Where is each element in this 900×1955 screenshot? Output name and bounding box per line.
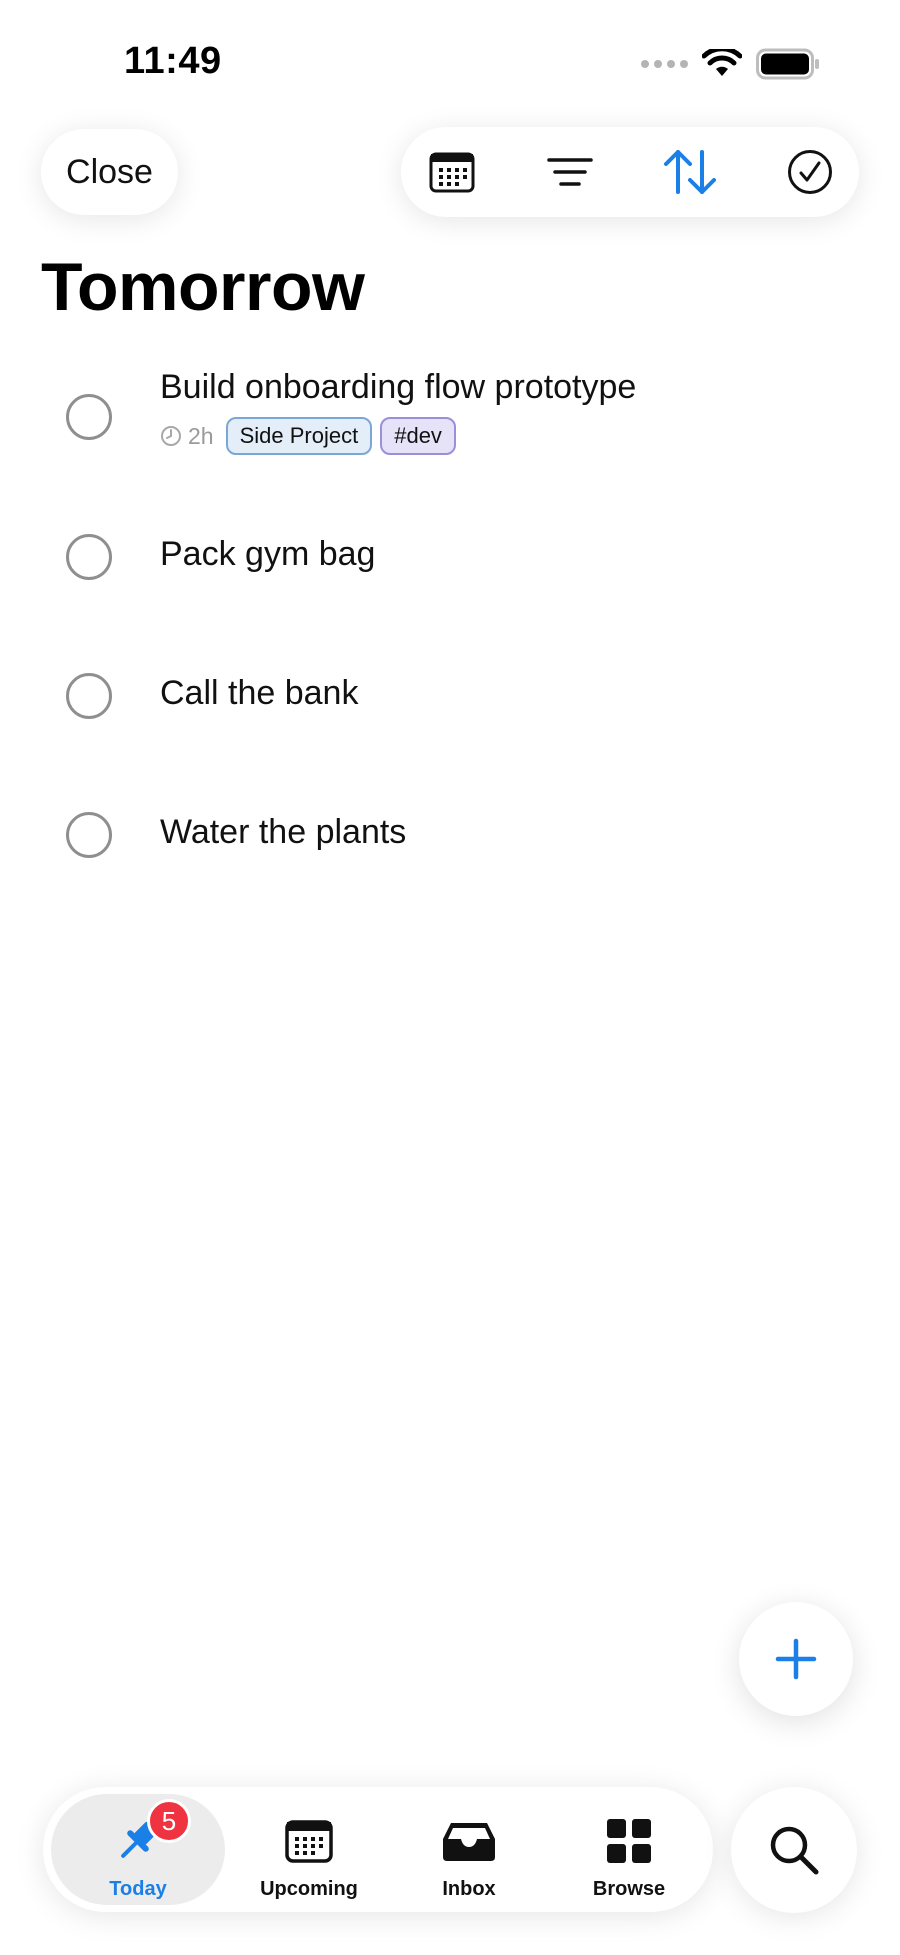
bottom-tab-bar: 5 Today Upcoming Inbox Browse [43,1787,713,1912]
tab-label: Today [109,1878,167,1900]
task-title: Water the plants [160,813,407,851]
tab-upcoming[interactable]: Upcoming [239,1787,379,1912]
tab-today[interactable]: 5 Today [51,1787,225,1912]
tab-icon [606,1810,652,1872]
tab-icon [285,1810,333,1872]
tab-label: Browse [592,1878,666,1900]
task-title: Pack gym bag [160,535,376,573]
battery-icon [756,48,819,80]
task-meta: 2h Side Project #dev [160,417,456,455]
calendar-icon [429,152,475,193]
task-checkbox[interactable] [66,394,112,440]
task-title: Build onboarding flow prototype [160,368,637,406]
sort-icon [664,150,716,194]
filter-icon [547,158,593,186]
tag-chip[interactable]: #dev [380,417,456,455]
task-checkbox[interactable] [66,812,112,858]
tab-icon: 5 [113,1799,191,1872]
completed-toggle-button[interactable] [765,127,855,217]
close-button[interactable]: Close [41,129,178,215]
filter-button[interactable] [525,127,615,217]
calendar-view-button[interactable] [407,127,497,217]
tab-label: Inbox [442,1878,496,1900]
task-checkbox[interactable] [66,673,112,719]
status-icons [641,48,820,80]
checkmark-circle-icon [788,150,832,194]
clock-icon [161,426,181,446]
page-title: Tomorrow [41,249,365,325]
search-button[interactable] [731,1787,857,1913]
wifi-icon [702,49,742,76]
add-task-button[interactable] [739,1602,853,1716]
tab-browse[interactable]: Browse [559,1787,699,1912]
plus-icon [775,1638,817,1680]
task-duration: 2h [160,423,214,450]
project-chip[interactable]: Side Project [225,417,373,455]
task-checkbox[interactable] [66,534,112,580]
tab-inbox[interactable]: Inbox [399,1787,539,1912]
calendar-icon [285,1820,333,1863]
task-title: Call the bank [160,674,359,712]
duration-text: 2h [188,422,214,449]
tab-label: Upcoming [260,1878,358,1900]
search-icon [770,1826,819,1875]
cellular-signal-icon [641,60,688,68]
tab-icon [441,1810,497,1872]
status-time: 11:49 [124,40,222,82]
grid-icon [607,1819,651,1863]
view-toolbar [401,127,859,217]
inbox-icon [443,1823,495,1861]
sort-button[interactable] [645,127,735,217]
today-count-badge: 5 [147,1799,191,1843]
